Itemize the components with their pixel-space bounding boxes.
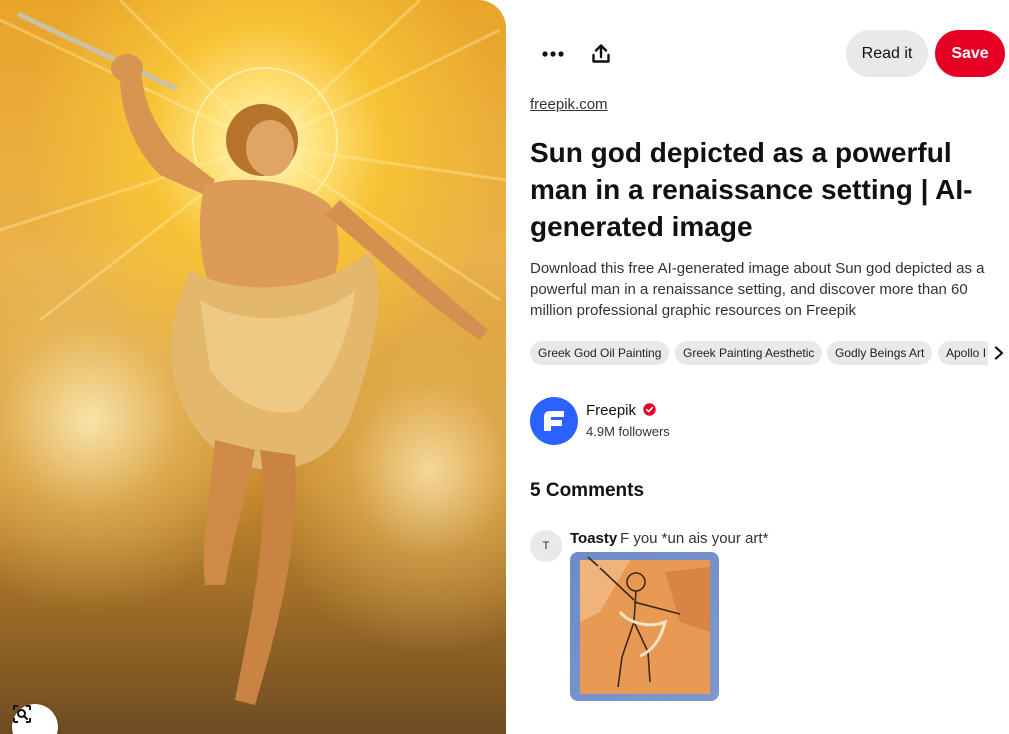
pin-title: Sun god depicted as a powerful man in a … <box>530 137 973 242</box>
read-it-button[interactable]: Read it <box>846 30 928 77</box>
pin-description: Download this free AI-generated image ab… <box>530 260 985 319</box>
creator-avatar[interactable] <box>530 397 578 445</box>
pin-image[interactable] <box>0 0 506 734</box>
pin-details-panel: Read it Save freepik.com Sun god depicte… <box>530 0 1009 734</box>
comment-photo[interactable] <box>570 552 719 701</box>
comments-heading[interactable]: 5 Comments <box>530 480 644 502</box>
more-options-button[interactable] <box>533 34 573 74</box>
more-horizontal-icon <box>542 51 564 57</box>
sun-god-artwork <box>0 0 506 705</box>
tag-pill[interactable]: Greek Painting Aesthetic <box>675 341 823 365</box>
creator-name[interactable]: Freepik <box>586 402 636 419</box>
pin-page: Read it Save freepik.com Sun god depicte… <box>0 0 1009 734</box>
comment-author[interactable]: Toasty <box>570 530 617 547</box>
share-upload-icon <box>592 44 610 63</box>
tag-pill[interactable]: Greek God Oil Painting <box>530 341 670 365</box>
freepik-logo-icon <box>544 411 564 431</box>
tag-pill[interactable]: Godly Beings Art <box>827 341 933 365</box>
avatar[interactable]: T <box>530 530 562 562</box>
creator-info[interactable]: Freepik 4.9M followers <box>530 397 1009 445</box>
source-link[interactable]: freepik.com <box>530 96 608 113</box>
sketch-image <box>580 556 710 694</box>
chevron-right-icon <box>994 346 1004 360</box>
verified-badge-icon <box>643 403 656 416</box>
tags-scroll-right-button[interactable] <box>988 339 1009 367</box>
save-button[interactable]: Save <box>935 30 1005 77</box>
visual-search-icon <box>13 705 31 723</box>
tag-list: Greek God Oil Painting Greek Painting Ae… <box>530 341 1009 365</box>
pin-toolbar: Read it Save <box>530 30 1009 78</box>
comment-text: F you *un ais your art* <box>620 530 769 547</box>
creator-followers: 4.9M followers <box>586 424 670 439</box>
share-button[interactable] <box>581 34 621 74</box>
